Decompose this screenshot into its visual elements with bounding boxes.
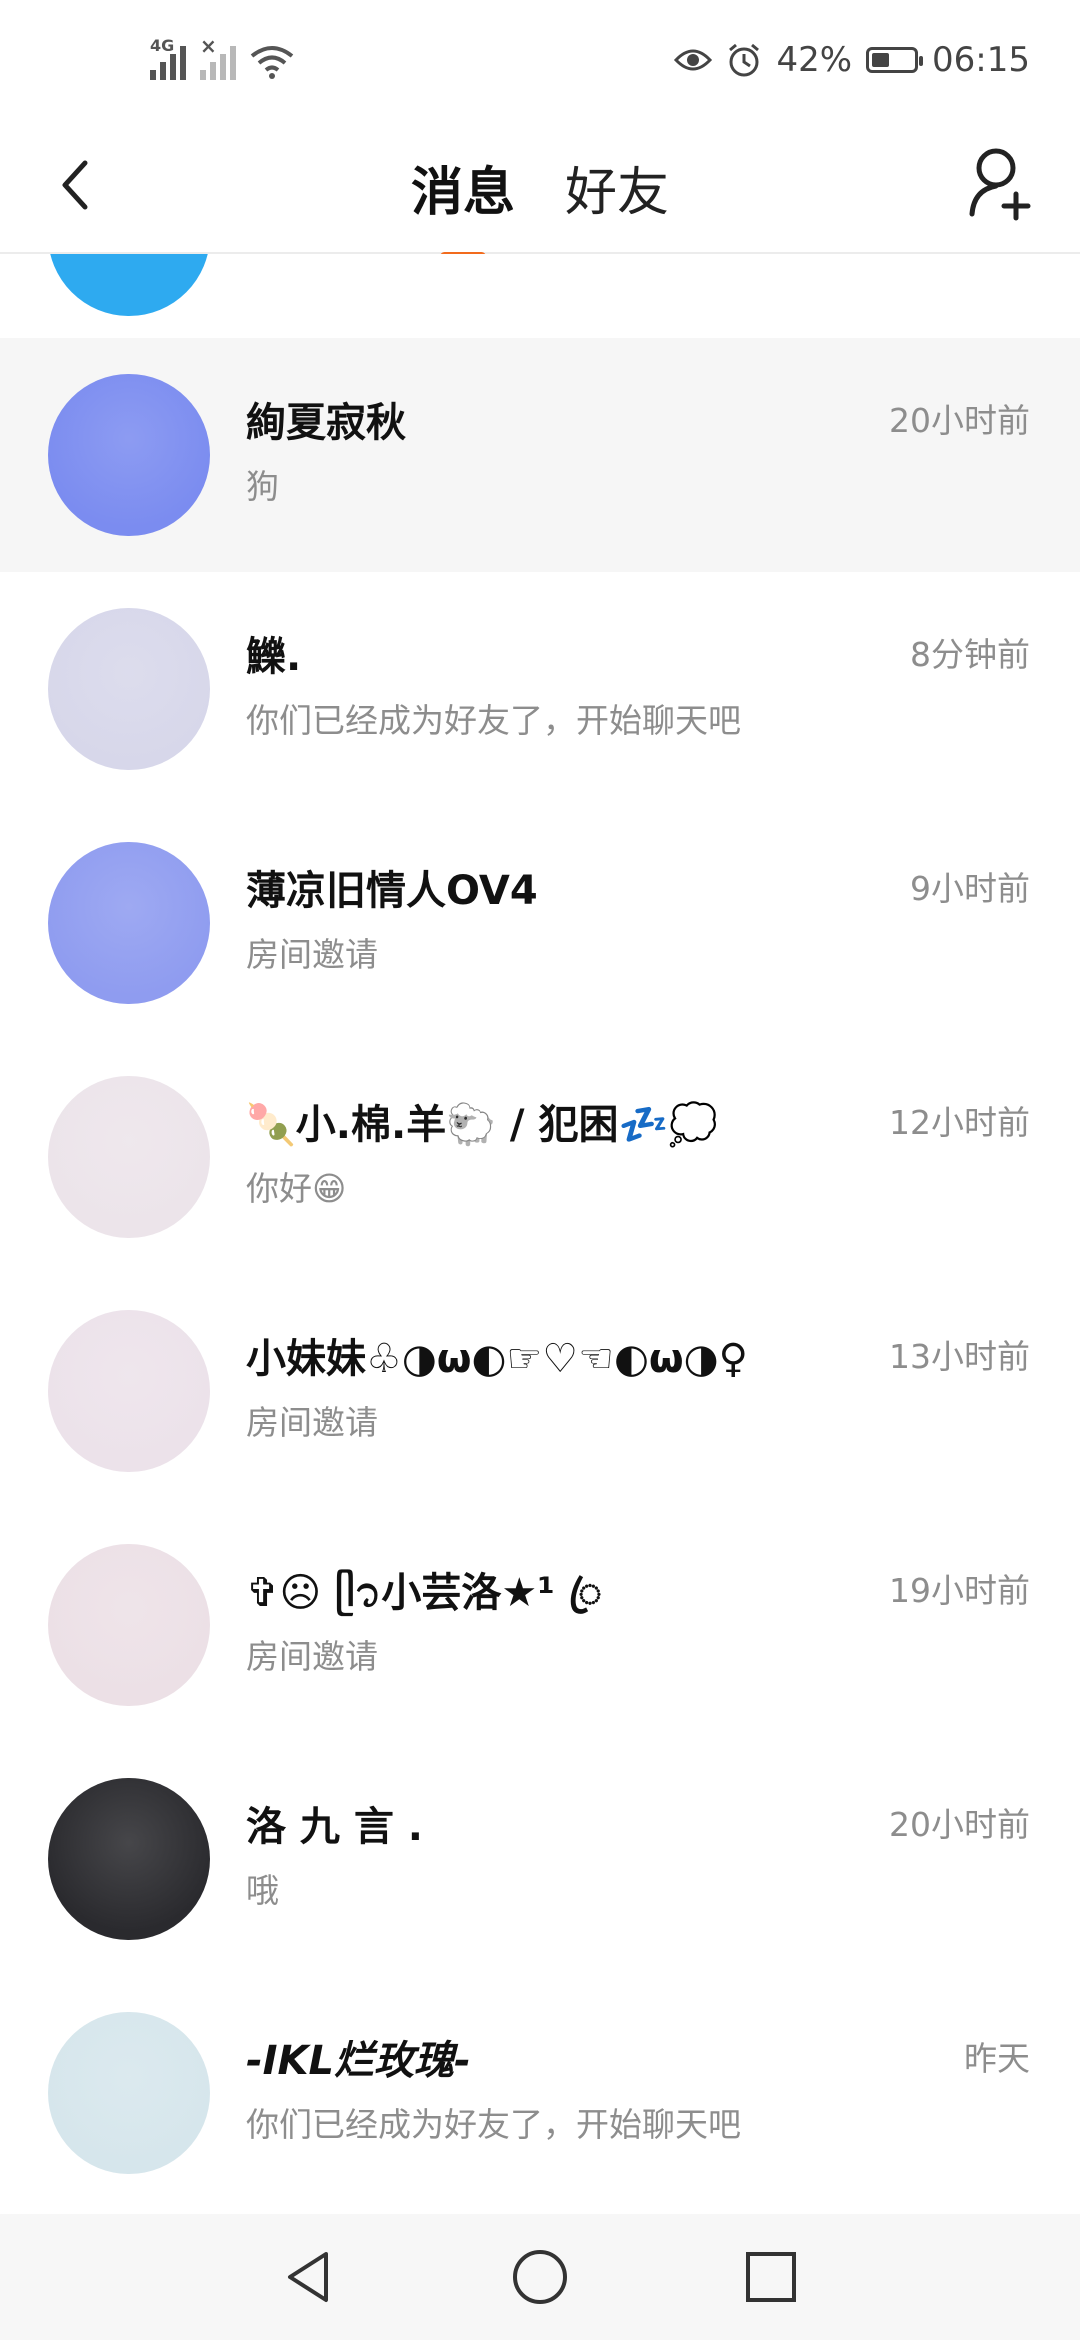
contact-name: -IKL烂玫瑰-: [246, 2038, 471, 2084]
contact-name: 洛 九 言 .: [246, 1804, 423, 1850]
nav-recents-button[interactable]: [740, 2246, 802, 2308]
signal-icon: 4G: [150, 36, 186, 80]
chat-list-item[interactable]: -IKL烂玫瑰- 你们已经成为好友了，开始聊天吧 昨天: [0, 1976, 1080, 2210]
avatar[interactable]: [48, 842, 210, 1004]
battery-icon: [866, 47, 924, 73]
contact-name: 鱳.: [246, 634, 302, 680]
message-preview: 哦: [246, 1871, 279, 1910]
status-left: 4G ×: [150, 34, 294, 80]
chat-list-item[interactable]: 小妹妹♧◑ω◐☞♡☜◐ω◑♀ 房间邀请 13小时前: [0, 1274, 1080, 1508]
nav-home-button[interactable]: [509, 2246, 571, 2308]
chat-list-item[interactable]: ✞☹︎ ᥫ᭡小芸洛★¹ ꦿ 房间邀请 19小时前: [0, 1508, 1080, 1742]
back-triangle-icon: [288, 2252, 328, 2302]
chat-list-item[interactable]: 絢夏寂秋狗 20小时前: [0, 338, 1080, 572]
message-time: 19小时前: [889, 1571, 1030, 1610]
recents-square-icon: [746, 2252, 796, 2302]
status-right: 42% 06:15: [674, 40, 1030, 80]
message-preview: 狗: [246, 467, 279, 506]
message-preview: 你们已经成为好友了，开始聊天吧: [246, 701, 741, 740]
chat-list-item[interactable]: 🍡小.棉.羊🐑 / 犯困💤💭 你好😁 12小时前: [0, 1040, 1080, 1274]
message-time: 20小时前: [889, 1805, 1030, 1844]
partial-list-item[interactable]: [0, 254, 1080, 322]
contact-name: 🍡小.棉.羊🐑 / 犯困💤💭: [246, 1102, 719, 1148]
tab-friends[interactable]: 好友: [565, 140, 669, 235]
contact-name: 薄凉旧情人OV4: [246, 868, 538, 914]
message-time: 12小时前: [889, 1103, 1030, 1142]
status-bar: 4G × 42% 06:15: [0, 0, 1080, 130]
tab-messages[interactable]: 消息: [410, 140, 515, 261]
message-time: 8分钟前: [910, 635, 1030, 674]
avatar: [48, 254, 210, 316]
message-time: 9小时前: [910, 869, 1030, 908]
avatar[interactable]: [48, 1076, 210, 1238]
chat-list-item[interactable]: 洛 九 言 . 哦 20小时前: [0, 1742, 1080, 1976]
message-preview: 你好😁: [246, 1169, 347, 1208]
system-nav-bar: [0, 2214, 1080, 2340]
home-circle-icon: [513, 2250, 567, 2304]
avatar[interactable]: [48, 374, 210, 536]
avatar[interactable]: [48, 1778, 210, 1940]
top-app-bar: 消息 好友: [0, 130, 1080, 261]
signal-no-sim-icon: ×: [200, 34, 236, 80]
contact-name: 絢夏寂秋: [246, 400, 406, 446]
add-friend-icon: [969, 148, 1031, 221]
contact-name: 小妹妹♧◑ω◐☞♡☜◐ω◑♀: [246, 1336, 748, 1382]
eye-icon: [674, 49, 713, 71]
avatar[interactable]: [48, 608, 210, 770]
add-friend-button[interactable]: [966, 144, 1038, 224]
message-preview: 房间邀请: [246, 1637, 378, 1676]
wifi-icon: [250, 46, 294, 79]
tab-bar: 消息 好友: [0, 140, 1080, 261]
clock: 06:15: [932, 40, 1030, 80]
nav-back-button[interactable]: [278, 2246, 340, 2308]
avatar[interactable]: [48, 2012, 210, 2174]
battery-percent: 42%: [776, 40, 853, 80]
chat-list-item[interactable]: 鱳. 你们已经成为好友了，开始聊天吧 8分钟前: [0, 572, 1080, 806]
alarm-icon: [729, 43, 760, 77]
tab-friends-label: 好友: [565, 163, 670, 223]
message-time: 20小时前: [889, 401, 1030, 440]
avatar[interactable]: [48, 1310, 210, 1472]
message-preview: 你们已经成为好友了，开始聊天吧: [246, 2105, 741, 2144]
chat-list-item[interactable]: 薄凉旧情人OV4 房间邀请 9小时前: [0, 806, 1080, 1040]
message-preview: 房间邀请: [246, 1403, 378, 1442]
conversation-list[interactable]: 絢夏寂秋狗 20小时前 鱳. 你们已经成为好友了，开始聊天吧 8分钟前 薄凉旧情人OV4 房…: [0, 254, 1080, 2210]
message-time: 昨天: [964, 2039, 1030, 2078]
tab-messages-label: 消息: [410, 163, 515, 223]
network-tag: 4G: [150, 36, 175, 55]
message-time: 13小时前: [889, 1337, 1030, 1376]
avatar[interactable]: [48, 1544, 210, 1706]
message-preview: 房间邀请: [246, 935, 378, 974]
